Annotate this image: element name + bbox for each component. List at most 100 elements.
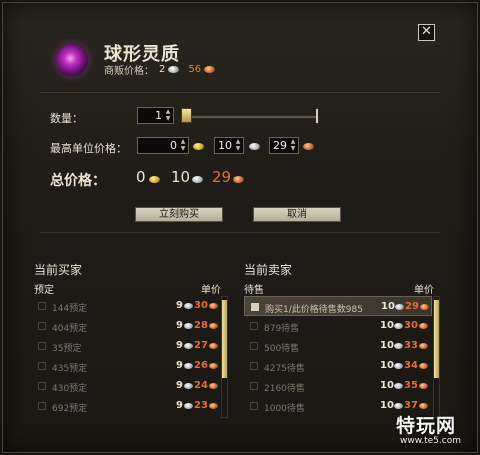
copper-coin-icon [419,403,428,409]
spin-arrows-icon[interactable]: ▲ ▼ [234,138,242,152]
silver-coin-icon [184,363,193,369]
row-label: 500待售 [264,344,300,354]
silver-coin-icon [192,176,203,183]
row-silver: 10 [381,301,395,312]
scrollbar-thumb[interactable] [222,300,227,378]
row-checkbox[interactable] [250,322,258,330]
list-item[interactable]: 435预定 9 26 [32,356,222,376]
list-item[interactable]: 404预定 9 28 [32,316,222,336]
silver-coin-icon [394,343,403,349]
list-item[interactable]: 430预定 9 24 [32,376,222,396]
silver-price-stepper[interactable]: 10 ▲ ▼ [214,137,244,154]
row-checkbox[interactable] [38,362,46,370]
buyers-list: 144预定 9 30 404预定 9 28 35预定 9 27 435预定 9 … [32,296,222,420]
silver-coin-icon [168,66,180,73]
silver-coin-icon [394,383,403,389]
total-silver: 10 [171,168,191,186]
total-copper: 29 [212,168,232,186]
buy-now-button[interactable]: 立刻购买 [135,207,223,222]
row-checkbox[interactable] [250,342,258,350]
row-label: 1000待售 [264,404,305,414]
copper-coin-icon [209,363,218,369]
total-price-label: 总价格： [50,173,106,189]
list-item[interactable]: 692预定 9 23 [32,396,222,416]
buyers-col-orders: 预定 [34,285,54,296]
close-icon[interactable]: ✕ [418,24,435,41]
row-copper: 37 [404,400,418,411]
silver-coin-icon [184,403,193,409]
copper-coin-icon [204,66,216,73]
row-checkbox[interactable] [251,303,259,311]
list-item[interactable]: 500待售 10 33 [244,336,432,356]
row-copper: 34 [404,360,418,371]
row-copper: 30 [404,320,418,331]
list-item[interactable]: 2160待售 10 35 [244,376,432,396]
silver-coin-icon [249,143,260,150]
list-item[interactable]: 879待售 10 30 [244,316,432,336]
row-copper: 23 [194,400,208,411]
scrollbar-thumb[interactable] [434,300,439,378]
row-silver: 10 [380,340,394,351]
cancel-button[interactable]: 取消 [253,207,341,222]
silver-coin-icon [184,343,193,349]
item-icon [54,42,90,78]
spin-arrows-icon[interactable]: ▲ ▼ [289,138,297,152]
copper-coin-icon [420,304,429,310]
watermark-logo: 特玩网 www.te5.com [396,411,474,451]
copper-coin-icon [209,303,218,309]
spin-arrows-icon[interactable]: ▲ ▼ [164,108,172,122]
buyers-title: 当前买家 [34,263,83,277]
gold-price-value: 0 [170,139,177,152]
watermark-text: 特玩网 [396,415,457,437]
sellers-list: 购买1/此价格待售数985 10 29 879待售 10 30 500待售 10… [244,296,432,420]
sellers-title: 当前卖家 [244,263,293,277]
buyers-scrollbar[interactable] [221,296,228,418]
sellers-col-unit-price: 单价 [414,285,434,296]
row-checkbox[interactable] [250,382,258,390]
row-label: 2160待售 [264,384,305,394]
list-item[interactable]: 35预定 9 27 [32,336,222,356]
row-silver: 10 [380,360,394,371]
copper-coin-icon [419,363,428,369]
row-copper: 30 [194,300,208,311]
row-checkbox[interactable] [38,342,46,350]
spin-arrows-icon[interactable]: ▲ ▼ [179,138,187,152]
row-checkbox[interactable] [250,362,258,370]
copper-coin-icon [233,176,244,183]
copper-coin-icon [209,323,218,329]
list-item-selected[interactable]: 购买1/此价格待售数985 10 29 [244,296,432,316]
slider-handle[interactable] [181,108,192,123]
row-copper: 29 [405,301,419,312]
row-checkbox[interactable] [38,302,46,310]
copper-price-stepper[interactable]: 29 ▲ ▼ [269,137,299,154]
quantity-slider[interactable] [184,115,318,119]
silver-coin-icon [184,323,193,329]
copper-coin-icon [419,323,428,329]
slider-end-marker [316,109,318,123]
row-silver: 9 [176,320,183,331]
row-label: 4275待售 [264,364,305,374]
list-item[interactable]: 144预定 9 30 [32,296,222,316]
vendor-silver: 2 [159,64,166,75]
list-item[interactable]: 4275待售 10 34 [244,356,432,376]
gold-price-stepper[interactable]: 0 ▲ ▼ [137,137,189,154]
row-label: 879待售 [264,324,300,334]
row-checkbox[interactable] [250,402,258,410]
quantity-value: 1 [155,109,162,122]
copper-coin-icon [209,343,218,349]
copper-coin-icon [209,383,218,389]
quantity-label: 数量： [50,112,83,125]
quantity-stepper[interactable]: 1 ▲ ▼ [137,107,174,124]
silver-coin-icon [394,403,403,409]
row-checkbox[interactable] [38,322,46,330]
row-label: 430预定 [52,384,88,394]
copper-price-value: 29 [273,139,287,152]
row-checkbox[interactable] [38,402,46,410]
gold-coin-icon [149,176,160,183]
row-checkbox[interactable] [38,382,46,390]
buyers-col-unit-price: 单价 [201,285,221,296]
row-label: 435预定 [52,364,88,374]
sellers-scrollbar[interactable] [433,296,440,418]
row-silver: 9 [176,360,183,371]
row-silver: 10 [380,320,394,331]
